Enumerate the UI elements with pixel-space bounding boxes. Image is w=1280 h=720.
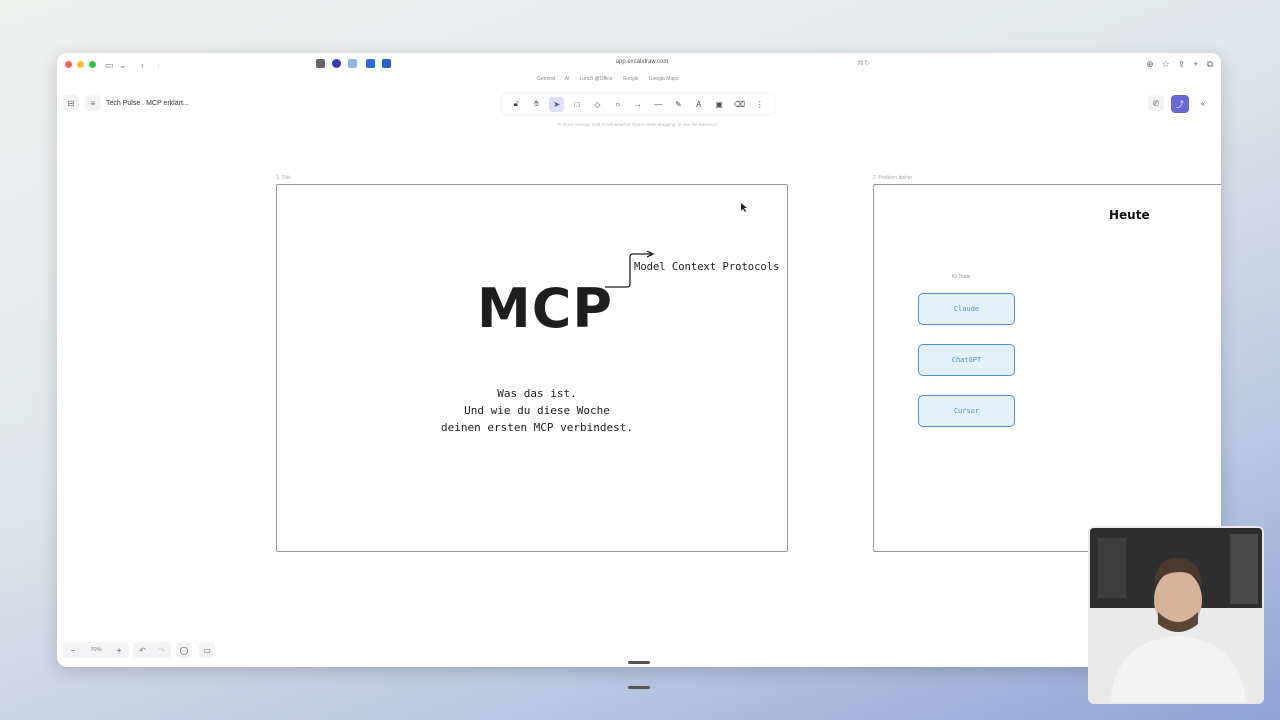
subtitle-line: deinen ersten MCP verbindest. [440,421,634,434]
zoom-out-button[interactable]: − [71,646,76,655]
close-window-button[interactable] [65,61,72,68]
subtitle-line: Was das ist. [497,387,577,400]
drawing-toolbar: 🔓︎ ✋︎ ➤ □ ◇ ○ → — ✎ A ▣ ⌫ ⋮ [502,94,774,114]
comment-icon[interactable]: ◯ [176,642,192,658]
canvas-hint: To move canvas, hold Scroll wheel or Spa… [556,122,718,127]
selection-icon[interactable]: ➤ [549,96,565,112]
collaboration-icon[interactable]: ✆ [1148,95,1164,111]
zoom-controls: − 70% + [63,642,129,658]
download-icon[interactable]: ⊕ [1146,59,1154,70]
bookmark-item[interactable]: Lunch @Office [580,76,613,82]
zoom-in-button[interactable]: + [117,646,122,655]
hand-icon[interactable]: ✋︎ [529,97,544,112]
subtitle[interactable]: Was das ist. Und wie du diese Woche dein… [387,385,687,436]
tool-box-chatgpt[interactable]: ChatGPT [918,344,1015,376]
share-icon[interactable]: ⇪ [1178,59,1186,70]
bookmark-item[interactable]: Google Maps [649,76,679,82]
new-tab-icon[interactable]: + [1193,59,1198,70]
tool-box-cursor[interactable]: Cursor [918,395,1015,427]
extension-icon[interactable] [332,59,341,68]
extension-notion-icon[interactable] [316,59,325,68]
collapse-sidebar-icon[interactable]: « [1195,95,1211,111]
document-title[interactable]: Tech Pulse . MCP erklärt... [106,100,189,107]
diamond-icon[interactable]: ◇ [590,97,605,112]
line-icon[interactable]: — [651,97,666,112]
bookmarks-bar: General AI Lunch @Office Google Google M… [537,76,678,82]
bookmark-item[interactable]: Google [623,76,639,82]
window-handle[interactable] [628,686,650,689]
rectangle-icon[interactable]: □ [570,97,585,112]
bookmark-item[interactable]: AI [565,76,570,82]
frame-label: 1. Titel [276,175,291,181]
share-button[interactable]: ⤴ [1171,95,1189,113]
extension-v-icon[interactable] [366,59,375,68]
more-icon[interactable]: ⋮ [752,97,767,112]
extension-icon[interactable] [348,59,357,68]
group-label[interactable]: KI-Tools [952,274,970,280]
menu-icon[interactable]: ≡ [85,95,101,111]
heading[interactable]: Heute [1109,208,1150,222]
tabs-overview-icon[interactable]: ⧉ [1207,59,1213,70]
history-controls: ↶ ↷ [133,642,171,658]
pencil-icon[interactable]: ✎ [671,97,686,112]
maximize-window-button[interactable] [89,61,96,68]
minimize-window-button[interactable] [77,61,84,68]
sidebar-toggle-icon[interactable]: ▭ [105,60,114,70]
ellipse-icon[interactable]: ○ [610,97,625,112]
text-icon[interactable]: A [691,97,706,112]
subtitle-line: Und wie du diese Woche [464,404,610,417]
browser-window: ▭ ⌄ ‹ › app.excalidraw.com ⌘↻ General AI… [57,53,1221,667]
arrow-label[interactable]: Model Context Protocols [634,261,779,273]
zoom-value[interactable]: 70% [90,647,101,653]
mouse-cursor-icon [741,203,747,212]
redo-icon[interactable]: ↷ [158,646,165,655]
bookmark-item[interactable]: General [537,76,555,82]
image-icon[interactable]: ▣ [712,97,727,112]
arrow-icon[interactable]: → [630,97,645,112]
eraser-icon[interactable]: ⌫ [732,97,747,112]
forward-icon[interactable]: › [157,60,160,70]
translate-icon[interactable]: ⌘↻ [857,59,870,69]
main-title[interactable]: MCP [477,277,613,340]
presenter-video [1090,528,1262,702]
tool-box-claude[interactable]: Claude [918,293,1015,325]
webcam-overlay [1088,526,1264,704]
frame-problem[interactable]: Heute KI-Tools Claude ChatGPT Cursor [873,184,1221,552]
undo-icon[interactable]: ↶ [139,646,146,655]
present-icon[interactable]: ▭ [199,642,215,658]
frame-label: 2. Problem bisher [873,175,913,181]
extension-stack-icon[interactable] [382,59,391,68]
chevron-down-icon[interactable]: ⌄ [119,60,127,70]
back-icon[interactable]: ‹ [141,60,144,70]
star-icon[interactable]: ☆ [1162,59,1170,70]
lock-icon[interactable]: 🔓︎ [509,97,524,112]
window-controls [65,61,96,68]
library-icon[interactable]: ⊟ [63,95,79,111]
frame-title[interactable]: Model Context Protocols MCP Was das ist.… [276,184,788,552]
resize-handle[interactable] [628,661,650,664]
url-bar[interactable]: app.excalidraw.com [577,59,707,65]
browser-chrome: ▭ ⌄ ‹ › app.excalidraw.com ⌘↻ General AI… [57,53,1221,87]
browser-actions: ⊕ ☆ ⇪ + ⧉ [1146,59,1213,70]
